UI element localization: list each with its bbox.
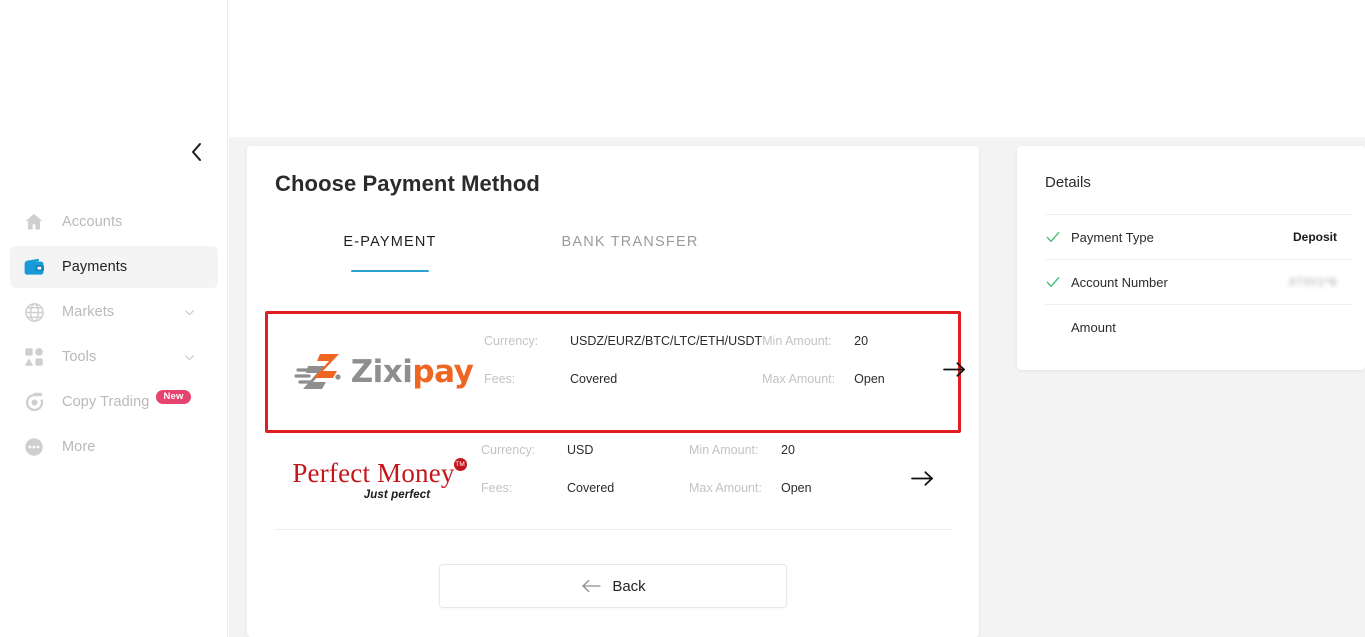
check-icon xyxy=(1045,229,1071,245)
detail-label: Account Number xyxy=(1071,274,1168,290)
tab-e-payment[interactable]: E-PAYMENT xyxy=(275,234,505,272)
sidebar-item-label: Payments xyxy=(62,259,128,275)
chevron-down-icon[interactable] xyxy=(183,351,196,364)
currency-label: Currency: xyxy=(481,443,536,457)
max-amount-value: Open xyxy=(854,372,885,386)
max-amount-label: Max Amount: xyxy=(689,481,762,495)
globe-icon xyxy=(20,298,48,326)
check-icon xyxy=(1045,274,1071,290)
fees-value: Covered xyxy=(570,372,618,386)
app-root: Accounts Payments Markets Tools Copy Tra… xyxy=(0,0,1365,637)
perfect-money-amounts: Min Amount: 20 Max Amount: Open xyxy=(689,443,869,519)
detail-row-account-number: Account Number #7901*6 xyxy=(1045,259,1353,304)
perfect-money-select-arrow-button[interactable] xyxy=(869,469,949,493)
payment-method-tabs: E-PAYMENT BANK TRANSFER xyxy=(275,234,951,272)
fees-field: Fees: Covered xyxy=(481,481,689,519)
sidebar-item-copy-trading[interactable]: Copy Trading New xyxy=(10,381,218,423)
fees-value: Covered xyxy=(567,481,615,495)
details-panel: Details Payment Type Deposit Account Num… xyxy=(1017,146,1365,370)
copy-trading-icon xyxy=(20,388,48,416)
sidebar-item-label: Tools xyxy=(62,349,97,365)
perfect-money-logo: Perfect MoneyTM Just perfect xyxy=(273,458,481,502)
page-title: Choose Payment Method xyxy=(275,171,540,196)
sidebar-collapse-button[interactable] xyxy=(185,140,209,164)
chevron-down-icon[interactable] xyxy=(183,306,196,319)
sidebar-item-label: Copy Trading xyxy=(62,394,150,410)
tab-label: BANK TRANSFER xyxy=(561,234,699,250)
zixipay-mark-icon xyxy=(293,348,349,396)
max-amount-label: Max Amount: xyxy=(762,372,836,386)
payment-method-row-zixipay[interactable]: Zixipay Currency: USDZ/EURZ/BTC/LTC/ETH/… xyxy=(265,311,966,433)
zixipay-select-arrow-button[interactable] xyxy=(942,360,981,384)
sidebar-item-label: Accounts xyxy=(62,214,123,230)
currency-value: USD xyxy=(567,443,594,457)
zixipay-word-part-2: pay xyxy=(412,353,474,390)
currency-field: Currency: USDZ/EURZ/BTC/LTC/ETH/USDT xyxy=(484,334,762,372)
detail-label: Amount xyxy=(1071,319,1116,335)
min-amount-field: Min Amount: 20 xyxy=(689,443,869,481)
payment-method-list: Zixipay Currency: USDZ/EURZ/BTC/LTC/ETH/… xyxy=(265,311,966,530)
zixipay-info: Currency: USDZ/EURZ/BTC/LTC/ETH/USDT Fee… xyxy=(484,334,762,410)
payment-method-row-perfect-money[interactable]: Perfect MoneyTM Just perfect Currency: U… xyxy=(265,433,961,529)
sidebar-nav: Accounts Payments Markets Tools Copy Tra… xyxy=(0,198,228,471)
sidebar-item-markets[interactable]: Markets xyxy=(10,291,218,333)
sidebar-item-label: Markets xyxy=(62,304,115,320)
tab-bank-transfer[interactable]: BANK TRANSFER xyxy=(505,234,755,272)
faint-watermark: ··· xyxy=(1120,580,1128,591)
sidebar: Accounts Payments Markets Tools Copy Tra… xyxy=(0,0,228,637)
detail-label: Payment Type xyxy=(1071,229,1154,245)
fees-label: Fees: xyxy=(481,481,513,495)
details-title: Details xyxy=(1045,174,1091,191)
details-list: Payment Type Deposit Account Number #790… xyxy=(1045,214,1353,349)
currency-label: Currency: xyxy=(484,334,539,348)
sidebar-item-tools[interactable]: Tools xyxy=(10,336,218,378)
back-button-label: Back xyxy=(612,577,646,595)
perfect-money-word: Perfect Money xyxy=(292,458,455,489)
min-amount-value: 20 xyxy=(854,334,869,348)
payment-method-card: Choose Payment Method E-PAYMENT BANK TRA… xyxy=(247,146,979,637)
tab-label: E-PAYMENT xyxy=(343,234,437,250)
min-amount-value: 20 xyxy=(781,443,795,457)
grid-shapes-icon xyxy=(20,343,48,371)
sidebar-item-more[interactable]: More xyxy=(10,426,218,468)
sidebar-item-payments[interactable]: Payments xyxy=(10,246,218,288)
trademark-icon: TM xyxy=(453,458,467,472)
detail-row-payment-type: Payment Type Deposit xyxy=(1045,214,1353,259)
arrow-right-icon xyxy=(942,360,967,384)
detail-value-redacted: #7901*6 xyxy=(1289,275,1353,289)
zixipay-word-part-1: Zixi xyxy=(350,353,413,390)
max-amount-field: Max Amount: Open xyxy=(762,372,942,410)
list-divider xyxy=(275,529,951,530)
chevron-left-icon xyxy=(190,141,204,163)
sidebar-item-accounts[interactable]: Accounts xyxy=(10,201,218,243)
new-badge: New xyxy=(156,389,191,405)
max-amount-field: Max Amount: Open xyxy=(689,481,869,519)
currency-value: USDZ/EURZ/BTC/LTC/ETH/USDT xyxy=(570,334,763,348)
detail-row-amount: Amount xyxy=(1045,304,1353,349)
fees-field: Fees: Covered xyxy=(484,372,762,410)
min-amount-label: Min Amount: xyxy=(762,334,832,348)
sidebar-item-label: More xyxy=(62,439,96,455)
arrow-left-icon xyxy=(580,578,602,594)
max-amount-value: Open xyxy=(781,481,812,495)
perfect-money-info: Currency: USD Fees: Covered xyxy=(481,443,689,519)
perfect-money-tagline: Just perfect xyxy=(363,489,431,502)
currency-field: Currency: USD xyxy=(481,443,689,481)
back-button[interactable]: Back xyxy=(439,564,787,608)
min-amount-field: Min Amount: 20 xyxy=(762,334,942,372)
min-amount-label: Min Amount: xyxy=(689,443,759,457)
arrow-right-icon xyxy=(910,469,935,493)
home-icon xyxy=(20,208,48,236)
fees-label: Fees: xyxy=(484,372,516,386)
wallet-icon xyxy=(20,253,48,281)
ellipsis-circle-icon xyxy=(20,433,48,461)
zixipay-amounts: Min Amount: 20 Max Amount: Open xyxy=(762,334,942,410)
zixipay-logo: Zixipay xyxy=(276,348,484,396)
detail-value: Deposit xyxy=(1292,230,1337,244)
